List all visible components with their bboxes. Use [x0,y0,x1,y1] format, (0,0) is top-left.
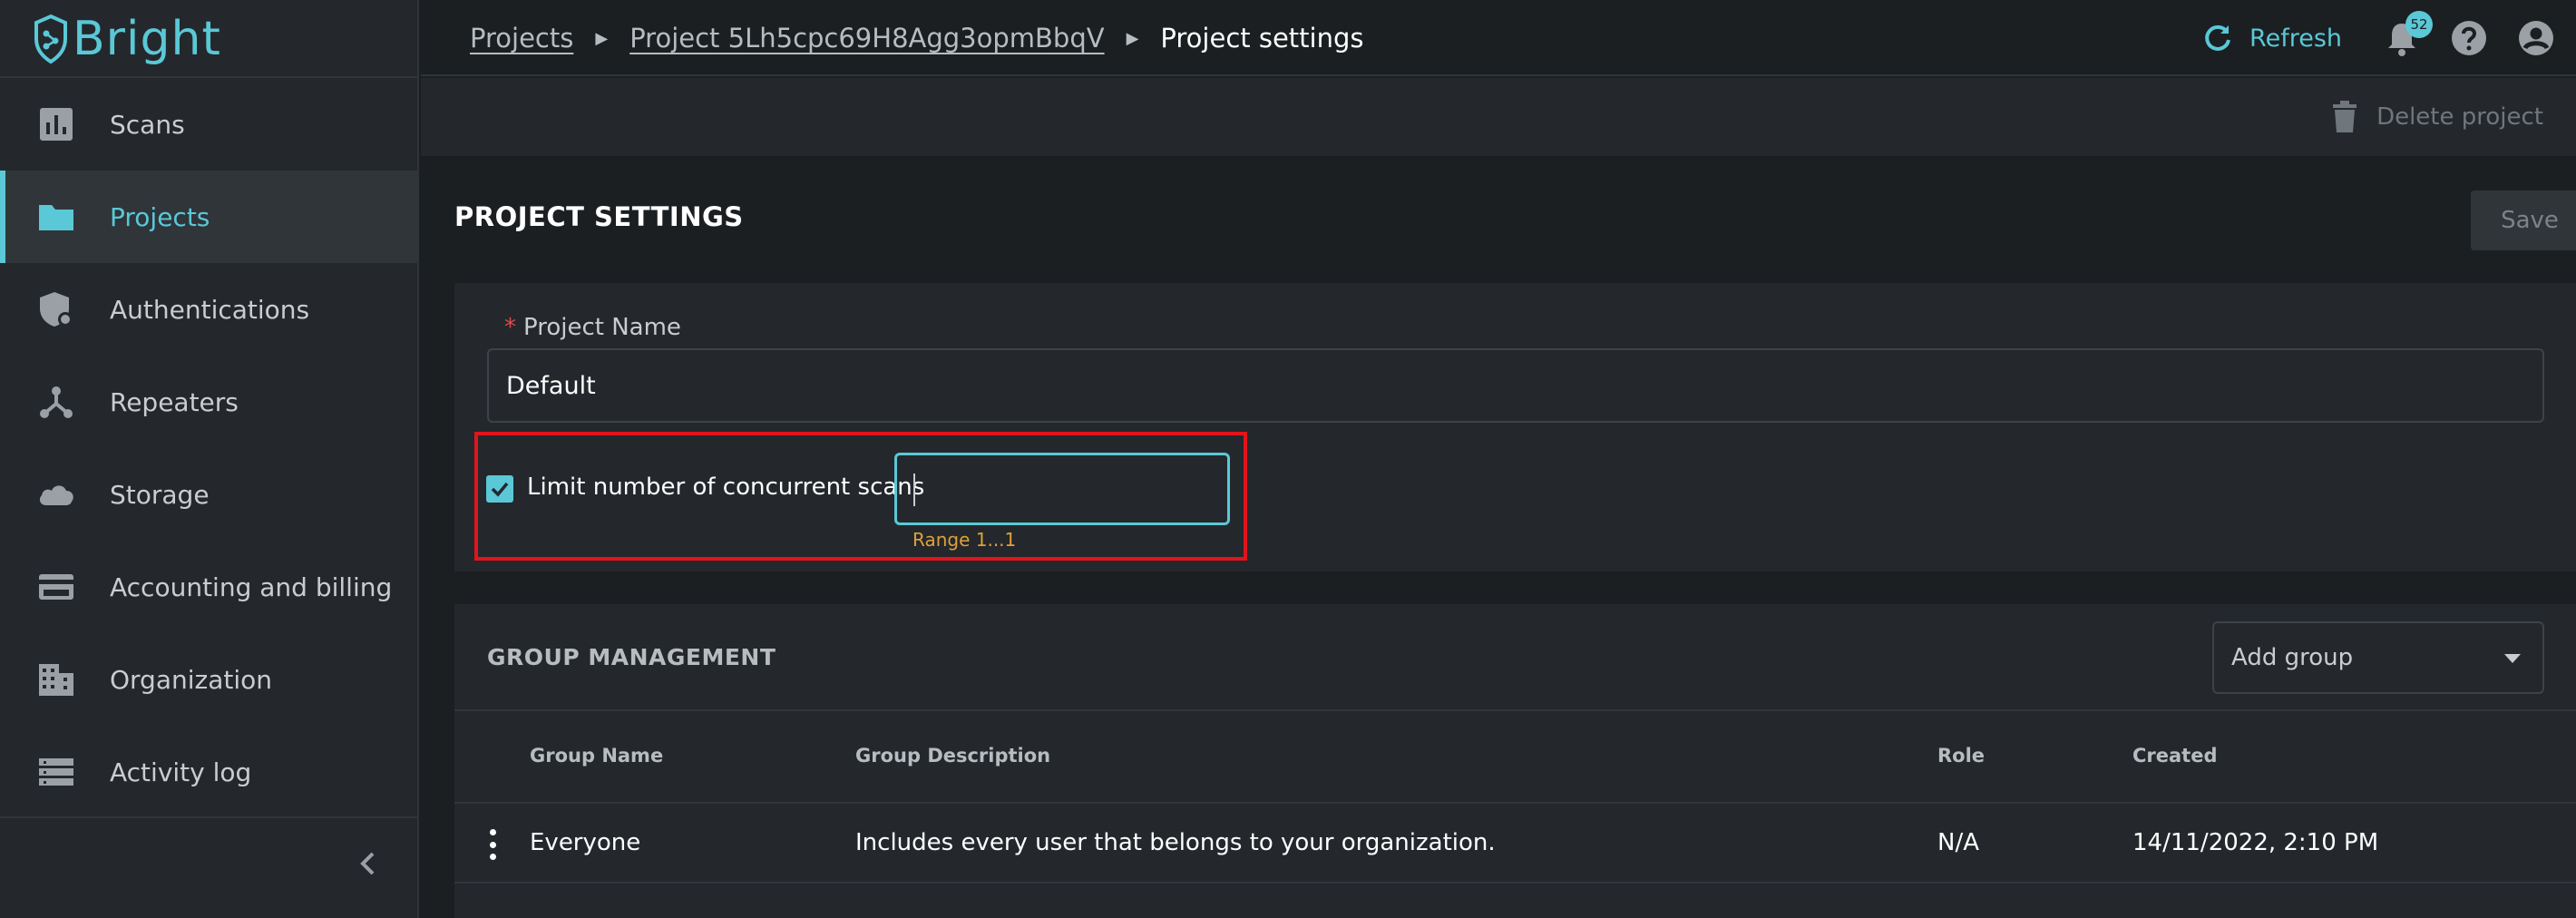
group-management-title: GROUP MANAGEMENT [487,644,776,670]
required-marker: * [504,314,516,341]
action-bar: Delete project [421,78,2576,156]
credit-card-icon [39,574,73,600]
folder-icon [39,205,73,230]
concurrent-scans-input[interactable] [894,453,1230,525]
sidebar: Bright Scans Projects Authentications Re… [0,0,419,918]
breadcrumb-separator-icon: ▶ [1126,28,1139,48]
page-title: PROJECT SETTINGS [454,201,744,232]
refresh-button[interactable]: Refresh [2202,23,2342,54]
sidebar-item-repeaters[interactable]: Repeaters [0,356,419,448]
collapse-sidebar-button[interactable] [348,844,388,884]
column-header-role[interactable]: Role [1937,745,1985,767]
cloud-icon [39,485,73,505]
save-button[interactable]: Save [2471,190,2576,250]
table-cell-group-name: Everyone [530,829,641,856]
column-header-group-description[interactable]: Group Description [855,745,1050,767]
bright-shield-icon [34,14,67,64]
table-cell-created: 14/11/2022, 2:10 PM [2132,829,2379,856]
notifications-button[interactable]: 52 [2382,11,2433,58]
project-name-label: * Project Name [504,314,681,341]
sidebar-item-label: Authentications [110,294,310,325]
logo-text: Bright [73,12,221,66]
divider [454,882,2576,884]
refresh-label: Refresh [2249,24,2342,53]
notification-count-badge: 52 [2405,11,2433,38]
caret-down-icon [2504,654,2521,663]
sidebar-item-storage[interactable]: Storage [0,448,419,541]
sidebar-divider [0,816,419,818]
sidebar-item-authentications[interactable]: Authentications [0,263,419,356]
column-header-group-name[interactable]: Group Name [530,745,663,767]
table-cell-role: N/A [1937,829,1979,856]
refresh-icon [2205,24,2230,51]
delete-project-label: Delete project [2376,103,2543,131]
row-actions-menu-icon[interactable] [483,825,503,864]
sidebar-item-accounting[interactable]: Accounting and billing [0,541,419,633]
divider [454,802,2576,804]
breadcrumb-current: Project settings [1160,23,1364,54]
building-icon [39,664,73,696]
trash-icon [2333,101,2357,132]
breadcrumb: Projects ▶ Project 5Lh5cpc69H8Agg3opmBbq… [470,18,1364,58]
breadcrumb-projects-link[interactable]: Projects [470,23,573,54]
project-name-label-text: Project Name [523,314,681,341]
sidebar-item-label: Repeaters [110,386,239,417]
project-name-input[interactable]: Default [487,348,2544,423]
sidebar-item-activity-log[interactable]: Activity log [0,726,419,818]
breadcrumb-project-link[interactable]: Project 5Lh5cpc69H8Agg3opmBbqV [629,23,1104,54]
bar-chart-icon [40,108,73,141]
help-icon[interactable] [2449,18,2489,58]
add-group-placeholder: Add group [2231,644,2354,671]
sidebar-item-label: Activity log [110,757,252,787]
sidebar-item-label: Accounting and billing [110,571,393,602]
table-cell-group-description: Includes every user that belongs to your… [855,829,1496,856]
list-icon [39,758,73,786]
breadcrumb-separator-icon: ▶ [595,28,609,48]
sidebar-item-label: Scans [110,109,185,140]
checkmark-icon [491,482,509,497]
add-group-select[interactable]: Add group [2212,621,2544,694]
chevron-left-icon [360,852,375,875]
range-hint: Range 1...1 [912,529,1017,551]
text-cursor [913,474,915,506]
sidebar-item-label: Organization [110,664,273,695]
divider [454,709,2576,711]
sidebar-item-scans[interactable]: Scans [0,78,419,171]
limit-concurrent-scans-checkbox[interactable] [486,475,513,503]
hub-icon [40,386,73,418]
sidebar-item-label: Storage [110,479,210,510]
top-bar: Projects ▶ Project 5Lh5cpc69H8Agg3opmBbq… [421,0,2576,76]
shield-lock-icon [40,292,73,327]
logo[interactable]: Bright [33,5,221,73]
sidebar-item-label: Projects [110,201,210,232]
limit-concurrent-scans-label: Limit number of concurrent scans [527,474,925,501]
account-icon[interactable] [2516,18,2556,58]
delete-project-button[interactable]: Delete project [2331,96,2543,138]
column-header-created[interactable]: Created [2132,745,2218,767]
sidebar-item-projects[interactable]: Projects [0,171,419,263]
sidebar-item-organization[interactable]: Organization [0,633,419,726]
top-actions: Refresh 52 [2202,11,2576,63]
